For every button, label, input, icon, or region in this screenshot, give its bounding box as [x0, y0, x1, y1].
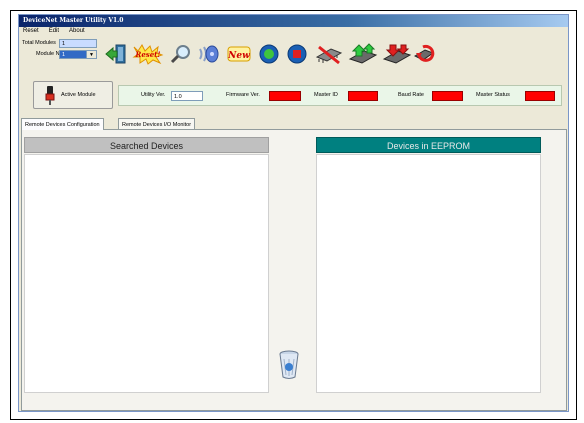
searched-devices-list[interactable] [24, 154, 269, 393]
utility-ver-field: 1.0 [171, 91, 203, 101]
master-status-indicator [525, 91, 555, 101]
usb-plug-icon [45, 86, 55, 105]
module-no-value: 1 [62, 52, 66, 58]
baud-rate-label: Baud Rate [398, 92, 424, 98]
reset-icon: Reset! [132, 44, 164, 65]
module-no-select[interactable]: 1 ▼ [59, 50, 97, 59]
exit-button[interactable] [102, 41, 130, 67]
menu-reset[interactable]: Reset [23, 28, 39, 34]
search-icon [170, 45, 190, 64]
upload-icon [348, 43, 378, 64]
stop-button[interactable] [283, 41, 311, 67]
upload-button[interactable] [347, 41, 379, 67]
chevron-down-icon[interactable]: ▼ [86, 51, 96, 58]
menu-edit[interactable]: Edit [49, 28, 59, 34]
exit-icon [105, 44, 126, 64]
new-icon: New [227, 46, 251, 62]
erase-icon [413, 44, 435, 62]
search-button[interactable] [167, 41, 195, 67]
active-module-button[interactable]: Active Module [33, 81, 113, 109]
title-bar: DeviceNet Master Utility V1.0 [19, 15, 568, 27]
menu-about[interactable]: About [69, 28, 85, 34]
menu-bar: Reset Edit About [19, 27, 568, 36]
status-info-bar: Utility Ver. 1.0 Firmware Ver. Master ID… [118, 85, 562, 106]
baud-rate-indicator [432, 91, 463, 101]
chip-button[interactable] [313, 41, 345, 67]
app-window: DeviceNet Master Utility V1.0 Reset Edit A… [18, 14, 569, 412]
utility-ver-label: Utility Ver. [141, 92, 166, 98]
searched-devices-header: Searched Devices [24, 137, 269, 153]
start-icon [259, 44, 279, 64]
master-id-indicator [348, 91, 378, 101]
master-id-label: Master ID [314, 92, 338, 98]
chip-icon [315, 45, 343, 65]
erase-button[interactable] [411, 41, 439, 67]
eeprom-devices-list[interactable] [316, 154, 541, 393]
reset-button[interactable]: Reset! [132, 41, 164, 67]
new-button[interactable]: New [225, 41, 253, 67]
scan-button[interactable] [195, 41, 223, 67]
firmware-ver-label: Firmware Ver. [226, 92, 260, 98]
svg-text:New: New [227, 51, 250, 61]
scan-icon [199, 45, 219, 63]
firmware-ver-indicator [269, 91, 301, 101]
start-button[interactable] [255, 41, 283, 67]
download-icon [382, 44, 412, 64]
total-modules-field[interactable]: 1 [59, 39, 97, 48]
total-modules-label: Total Modules [22, 40, 56, 46]
svg-text:Reset!: Reset! [135, 50, 161, 59]
stop-icon [287, 44, 307, 64]
download-button[interactable] [381, 41, 413, 67]
recycle-bin-icon [279, 350, 299, 379]
active-module-label: Active Module [61, 92, 96, 98]
eeprom-devices-header: Devices in EEPROM [316, 137, 541, 153]
master-status-label: Master Status [476, 92, 510, 98]
trash-button[interactable] [278, 350, 300, 385]
tab-remote-devices-configuration[interactable]: Remote Devices Configuration [21, 118, 104, 130]
